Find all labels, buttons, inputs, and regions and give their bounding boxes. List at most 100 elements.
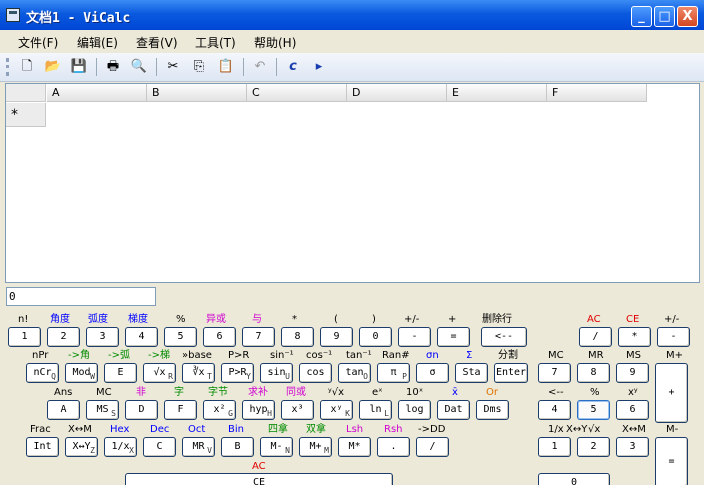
calc-key[interactable]: -: [657, 327, 690, 347]
calc-key[interactable]: 6: [203, 327, 236, 347]
calc-key[interactable]: A: [47, 400, 80, 420]
calc-key[interactable]: Enter: [494, 363, 528, 383]
column-header[interactable]: C: [247, 84, 347, 102]
calc-key[interactable]: MS S: [86, 400, 119, 420]
calc-key[interactable]: 1: [538, 437, 571, 457]
calc-key[interactable]: x² G: [203, 400, 236, 420]
calc-key[interactable]: M- N: [260, 437, 293, 457]
key-label: xʸ: [628, 387, 638, 398]
calc-key[interactable]: nCr Q: [26, 363, 59, 383]
calc-key[interactable]: =: [655, 437, 688, 485]
calc-key[interactable]: 2: [577, 437, 610, 457]
calc-key[interactable]: σ: [416, 363, 449, 383]
calc-key[interactable]: <--: [481, 327, 527, 347]
cut-icon[interactable]: ✂: [163, 58, 183, 76]
key-text: 4: [138, 331, 145, 342]
calc-key[interactable]: 2: [47, 327, 80, 347]
calc-input[interactable]: 0: [6, 287, 156, 306]
calc-key[interactable]: 7: [242, 327, 275, 347]
print-icon[interactable]: 🖶: [103, 58, 123, 76]
save-icon[interactable]: 💾: [69, 58, 89, 76]
calc-key[interactable]: 4: [538, 400, 571, 420]
close-button[interactable]: X: [677, 6, 698, 27]
column-header[interactable]: F: [547, 84, 647, 102]
column-header[interactable]: B: [147, 84, 247, 102]
calc-key[interactable]: M+ M: [299, 437, 332, 457]
undo-icon[interactable]: ↶: [250, 58, 270, 76]
calc-key[interactable]: 5: [164, 327, 197, 347]
calc-key[interactable]: 1: [8, 327, 41, 347]
print-preview-icon[interactable]: 🔍: [129, 58, 149, 76]
calc-key[interactable]: 5: [577, 400, 610, 420]
title-bar[interactable]: 文档1 - ViCalc _ □ X: [0, 0, 704, 30]
calc-key[interactable]: F: [164, 400, 197, 420]
calc-key[interactable]: 1/x X: [104, 437, 137, 457]
calc-key[interactable]: M*: [338, 437, 371, 457]
calc-key[interactable]: =: [437, 327, 470, 347]
menu-tools[interactable]: 工具(T): [195, 34, 236, 51]
calc-key[interactable]: Dat: [437, 400, 470, 420]
menu-edit[interactable]: 编辑(E): [77, 34, 118, 51]
calc-key[interactable]: ∛x T: [182, 363, 215, 383]
open-icon[interactable]: 📂: [43, 58, 63, 76]
calc-key[interactable]: D: [125, 400, 158, 420]
calc-key[interactable]: Mod W: [65, 363, 98, 383]
calc-key[interactable]: ln L: [359, 400, 392, 420]
calc-key[interactable]: sin U: [260, 363, 293, 383]
calc-key[interactable]: log: [398, 400, 431, 420]
calc-key[interactable]: 3: [86, 327, 119, 347]
toolbar-grip[interactable]: [6, 58, 9, 76]
key-label: cos⁻¹: [306, 350, 333, 361]
calc-key[interactable]: x³: [281, 400, 314, 420]
maximize-button[interactable]: □: [654, 6, 675, 27]
calc-key[interactable]: MR V: [182, 437, 215, 457]
calc-key[interactable]: Int: [26, 437, 59, 457]
calc-key[interactable]: cos: [299, 363, 332, 383]
calc-key[interactable]: √x R: [143, 363, 176, 383]
column-header[interactable]: A: [47, 84, 147, 102]
copy-icon[interactable]: ⎘: [189, 58, 209, 76]
calc-key[interactable]: -: [398, 327, 431, 347]
run-icon[interactable]: ▸: [309, 58, 329, 76]
calc-key[interactable]: .: [377, 437, 410, 457]
key-label: »base: [182, 350, 212, 361]
calc-key[interactable]: 8: [577, 363, 610, 383]
calc-key[interactable]: +: [655, 363, 688, 423]
calc-key[interactable]: X↔Y Z: [65, 437, 98, 457]
calc-key[interactable]: 3: [616, 437, 649, 457]
calc-key[interactable]: Dms: [476, 400, 509, 420]
menu-file[interactable]: 文件(F): [18, 34, 58, 51]
new-icon[interactable]: 🗋: [17, 58, 37, 76]
calc-key[interactable]: /: [579, 327, 612, 347]
calc-key[interactable]: 0: [359, 327, 392, 347]
key-text: 8: [294, 331, 301, 342]
menu-help[interactable]: 帮助(H): [254, 34, 296, 51]
calc-key[interactable]: xʸ K: [320, 400, 353, 420]
calc-key[interactable]: 7: [538, 363, 571, 383]
calc-key[interactable]: CE: [125, 473, 393, 485]
calc-key[interactable]: /: [416, 437, 449, 457]
calc-key[interactable]: tan O: [338, 363, 371, 383]
calc-key[interactable]: 6: [616, 400, 649, 420]
calc-key[interactable]: P>R Y: [221, 363, 254, 383]
column-header[interactable]: E: [447, 84, 547, 102]
calc-key[interactable]: πP: [377, 363, 410, 383]
calc-icon[interactable]: c: [283, 58, 303, 76]
calc-key[interactable]: C: [143, 437, 176, 457]
calc-key[interactable]: E: [104, 363, 137, 383]
calc-key[interactable]: 9: [320, 327, 353, 347]
column-header[interactable]: D: [347, 84, 447, 102]
new-row-marker[interactable]: *: [6, 103, 46, 127]
calc-key[interactable]: Sta: [455, 363, 488, 383]
calc-key[interactable]: *: [618, 327, 651, 347]
calc-key[interactable]: 8: [281, 327, 314, 347]
minimize-button[interactable]: _: [631, 6, 652, 27]
paste-icon[interactable]: 📋: [216, 58, 236, 76]
calc-key[interactable]: 9: [616, 363, 649, 383]
calc-key[interactable]: 4: [125, 327, 158, 347]
calc-key[interactable]: B: [221, 437, 254, 457]
spreadsheet[interactable]: A B C D E F *: [5, 83, 700, 283]
menu-view[interactable]: 查看(V): [136, 34, 178, 51]
calc-key[interactable]: hyp H: [242, 400, 275, 420]
calc-key[interactable]: 0: [538, 473, 610, 485]
